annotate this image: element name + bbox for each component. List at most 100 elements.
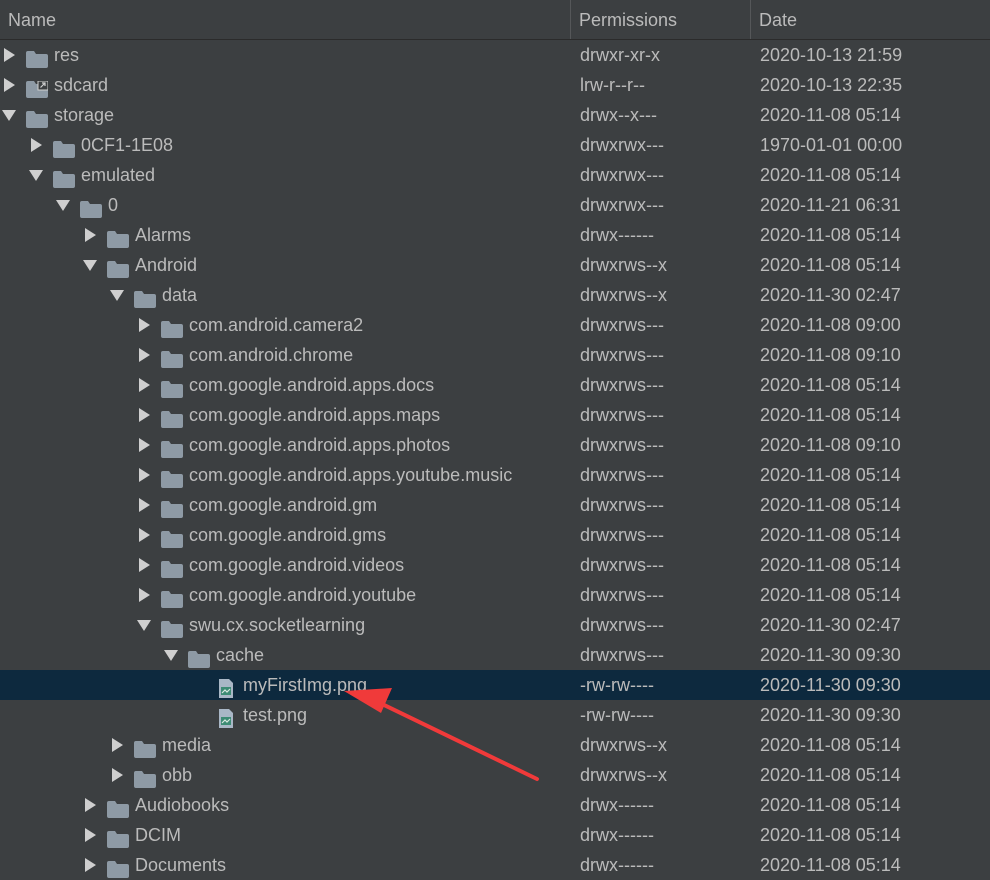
- tree-row[interactable]: com.google.android.videos drwxrws--- 2020-…: [0, 550, 990, 580]
- tree-row[interactable]: Audiobooks drwx------ 2020-11-08 05:14: [0, 790, 990, 820]
- folder-icon: [161, 437, 183, 458]
- tree-row[interactable]: res drwxr-xr-x 2020-10-13 21:59: [0, 40, 990, 70]
- folder-icon: [80, 197, 102, 218]
- file-name: 0: [108, 195, 119, 215]
- tree-row[interactable]: data drwxrws--x 2020-11-30 02:47: [0, 280, 990, 310]
- image-file-icon: [215, 707, 237, 728]
- tree-row[interactable]: storage drwx--x--- 2020-11-08 05:14: [0, 100, 990, 130]
- column-header-date[interactable]: Date: [750, 0, 990, 39]
- tree-row[interactable]: obb drwxrws--x 2020-11-08 05:14: [0, 760, 990, 790]
- permissions-cell: drwxrws--x: [580, 765, 667, 785]
- folder-icon: [26, 107, 48, 128]
- name-cell: com.google.android.apps.photos: [0, 430, 570, 460]
- date-cell: 2020-11-08 05:14: [760, 735, 901, 755]
- tree-row[interactable]: test.png -rw-rw---- 2020-11-30 09:30: [0, 700, 990, 730]
- permissions-cell: drwxrws---: [580, 585, 664, 605]
- expand-toggle-icon[interactable]: [135, 460, 153, 490]
- tree-row[interactable]: com.android.camera2 drwxrws--- 2020-11-08 …: [0, 310, 990, 340]
- name-cell: com.google.android.gms: [0, 520, 570, 550]
- name-cell: com.google.android.apps.youtube.music: [0, 460, 570, 490]
- expand-toggle-icon[interactable]: [108, 760, 126, 790]
- name-cell: com.google.android.gm: [0, 490, 570, 520]
- name-cell: 0CF1-1E08: [0, 130, 570, 160]
- folder-icon: [161, 617, 183, 638]
- expand-toggle-icon[interactable]: [135, 490, 153, 520]
- expand-toggle-icon[interactable]: [135, 520, 153, 550]
- tree-row[interactable]: sdcard lrw-r--r-- 2020-10-13 22:35: [0, 70, 990, 100]
- expand-toggle-icon[interactable]: [81, 220, 99, 250]
- tree-row[interactable]: cache drwxrws--- 2020-11-30 09:30: [0, 640, 990, 670]
- expand-toggle-icon[interactable]: [81, 850, 99, 880]
- tree-row[interactable]: Android drwxrws--x 2020-11-08 05:14: [0, 250, 990, 280]
- file-name: com.google.android.apps.docs: [189, 375, 435, 395]
- name-cell: Documents: [0, 850, 570, 880]
- expand-toggle-icon[interactable]: [135, 430, 153, 460]
- tree-row[interactable]: com.google.android.apps.photos drwxrws---…: [0, 430, 990, 460]
- date-cell: 2020-11-21 06:31: [760, 195, 901, 215]
- column-header-permissions[interactable]: Permissions: [570, 0, 750, 39]
- file-name: com.android.chrome: [189, 345, 354, 365]
- expand-toggle-icon[interactable]: [135, 310, 153, 340]
- expand-toggle-icon[interactable]: [0, 70, 18, 100]
- collapse-toggle-icon[interactable]: [135, 610, 153, 640]
- tree-row[interactable]: Documents drwx------ 2020-11-08 05:14: [0, 850, 990, 880]
- tree-row[interactable]: com.google.android.apps.docs drwxrws--- 20…: [0, 370, 990, 400]
- permissions-cell: drwxrws---: [580, 525, 664, 545]
- name-cell: Alarms: [0, 220, 570, 250]
- tree-row[interactable]: swu.cx.socketlearning drwxrws--- 2020-11-3…: [0, 610, 990, 640]
- tree-row[interactable]: com.google.android.youtube drwxrws--- 2020…: [0, 580, 990, 610]
- tree-row[interactable]: 0CF1-1E08 drwxrwx--- 1970-01-01 00:00: [0, 130, 990, 160]
- collapse-toggle-icon[interactable]: [108, 280, 126, 310]
- tree-row[interactable]: com.google.android.gm drwxrws--- 2020-11-0…: [0, 490, 990, 520]
- file-name: cache: [216, 645, 265, 665]
- folder-link-icon: [26, 77, 49, 98]
- column-header: Name Permissions Date: [0, 0, 990, 40]
- tree-row[interactable]: com.google.android.gms drwxrws--- 2020-11-…: [0, 520, 990, 550]
- date-cell: 2020-11-30 02:47: [760, 285, 901, 305]
- file-name: media: [162, 735, 212, 755]
- expand-toggle-icon[interactable]: [135, 580, 153, 610]
- tree-row[interactable]: com.google.android.apps.maps drwxrws--- 20…: [0, 400, 990, 430]
- tree-row[interactable]: com.android.chrome drwxrws--- 2020-11-08 0…: [0, 340, 990, 370]
- date-cell: 2020-11-08 05:14: [760, 795, 901, 815]
- expand-toggle-icon[interactable]: [27, 130, 45, 160]
- date-cell: 1970-01-01 00:00: [760, 135, 903, 155]
- tree-row[interactable]: myFirstImg.png -rw-rw---- 2020-11-30 09:30: [0, 670, 990, 700]
- collapse-toggle-icon[interactable]: [162, 640, 180, 670]
- collapse-toggle-icon[interactable]: [81, 250, 99, 280]
- file-tree: res drwxr-xr-x 2020-10-13 21:59 sdcard lrw-r…: [0, 40, 990, 880]
- file-name: com.google.android.videos: [189, 555, 405, 575]
- collapse-toggle-icon[interactable]: [54, 190, 72, 220]
- file-name: com.google.android.youtube: [189, 585, 417, 605]
- folder-icon: [188, 647, 210, 668]
- expand-toggle-icon[interactable]: [0, 40, 18, 70]
- name-cell: media: [0, 730, 570, 760]
- tree-row[interactable]: com.google.android.apps.youtube.music drw…: [0, 460, 990, 490]
- date-cell: 2020-11-30 09:30: [760, 645, 901, 665]
- column-header-name[interactable]: Name: [0, 0, 570, 39]
- name-cell: com.google.android.apps.maps: [0, 400, 570, 430]
- file-name: com.google.android.apps.photos: [189, 435, 451, 455]
- tree-row[interactable]: 0 drwxrwx--- 2020-11-21 06:31: [0, 190, 990, 220]
- permissions-cell: drwxrws---: [580, 375, 664, 395]
- folder-icon: [161, 377, 183, 398]
- expand-toggle-icon[interactable]: [135, 550, 153, 580]
- name-cell: emulated: [0, 160, 570, 190]
- tree-row[interactable]: emulated drwxrwx--- 2020-11-08 05:14: [0, 160, 990, 190]
- folder-icon: [107, 827, 129, 848]
- tree-row[interactable]: media drwxrws--x 2020-11-08 05:14: [0, 730, 990, 760]
- expand-toggle-icon[interactable]: [135, 340, 153, 370]
- tree-row[interactable]: Alarms drwx------ 2020-11-08 05:14: [0, 220, 990, 250]
- expand-toggle-icon[interactable]: [81, 790, 99, 820]
- collapse-toggle-icon[interactable]: [27, 160, 45, 190]
- tree-row[interactable]: DCIM drwx------ 2020-11-08 05:14: [0, 820, 990, 850]
- folder-icon: [53, 137, 75, 158]
- permissions-cell: drwxrws---: [580, 645, 664, 665]
- expand-toggle-icon[interactable]: [135, 370, 153, 400]
- expand-toggle-icon[interactable]: [81, 820, 99, 850]
- expand-toggle-icon[interactable]: [135, 400, 153, 430]
- collapse-toggle-icon[interactable]: [0, 100, 18, 130]
- expand-toggle-icon[interactable]: [108, 730, 126, 760]
- file-name: storage: [54, 105, 115, 125]
- permissions-cell: drwxrws---: [580, 465, 664, 485]
